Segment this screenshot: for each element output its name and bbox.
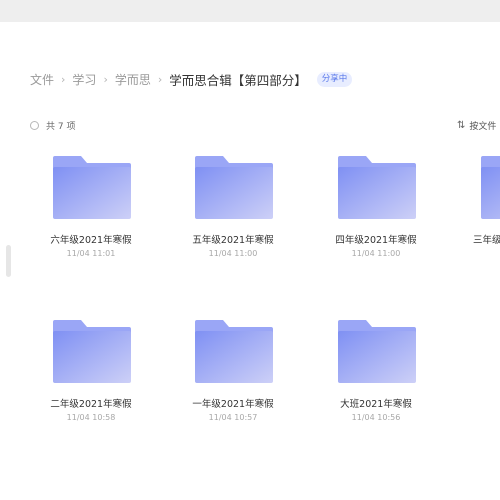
folder-icon (53, 320, 131, 383)
folder-name: 六年级2021年寒假 (50, 235, 132, 246)
folder-icon (481, 156, 500, 219)
folder-modified-time: 11/04 10:58 (66, 413, 116, 422)
sort-arrows-icon: ⇅ (457, 119, 466, 131)
breadcrumb-item-study[interactable]: 学习 (72, 71, 96, 88)
breadcrumb-current-folder: 学而思合辑【第四部分】 (169, 72, 307, 88)
folder-name: 四年级2021年寒假 (335, 235, 417, 246)
folder-modified-time: 11/04 11:00 (208, 249, 258, 258)
breadcrumb-separator-icon: › (157, 72, 163, 86)
breadcrumb-item-files[interactable]: 文件 (30, 71, 54, 88)
scroll-handle[interactable] (6, 245, 11, 277)
sort-button[interactable]: ⇅ 按文件 (457, 117, 496, 133)
folder-name: 一年级2021年寒假 (192, 399, 274, 410)
folder-modified-time: 11/04 11:00 (351, 249, 401, 258)
breadcrumb-separator-icon: › (103, 72, 108, 86)
folder-name: 五年级2021年寒假 (192, 235, 274, 246)
breadcrumb-item-xueersi[interactable]: 学而思 (115, 71, 151, 88)
sort-label: 按文件 (469, 121, 497, 132)
folder-name: 二年级2021年寒假 (50, 399, 132, 410)
select-all-checkbox[interactable] (30, 120, 39, 130)
select-all-row: 共 7 项 (30, 117, 75, 133)
folder-icon (195, 320, 273, 383)
folder-item[interactable]: 三年级 (469, 154, 500, 274)
breadcrumb-separator-icon: › (61, 72, 66, 86)
breadcrumb: 文件 › 学习 › 学而思 › 学而思合辑【第四部分】 分享中 (30, 70, 353, 88)
folder-icon (338, 156, 416, 219)
top-bar (0, 0, 500, 22)
folder-modified-time: 11/04 10:57 (208, 413, 258, 422)
folder-icon (338, 320, 416, 383)
folder-name: 大班2021年寒假 (340, 399, 412, 410)
folder-icon (195, 156, 273, 219)
folder-modified-time: 11/04 11:01 (66, 249, 116, 258)
file-browser-page: 文件 › 学习 › 学而思 › 学而思合辑【第四部分】 分享中 共 7 项 ⇅ … (0, 0, 500, 500)
item-count: 共 7 项 (46, 121, 76, 132)
sharing-status-badge: 分享中 (316, 71, 353, 87)
folder-icon (53, 156, 131, 219)
folder-modified-time: 11/04 10:56 (351, 413, 401, 422)
folder-name: 三年级 (473, 235, 500, 246)
